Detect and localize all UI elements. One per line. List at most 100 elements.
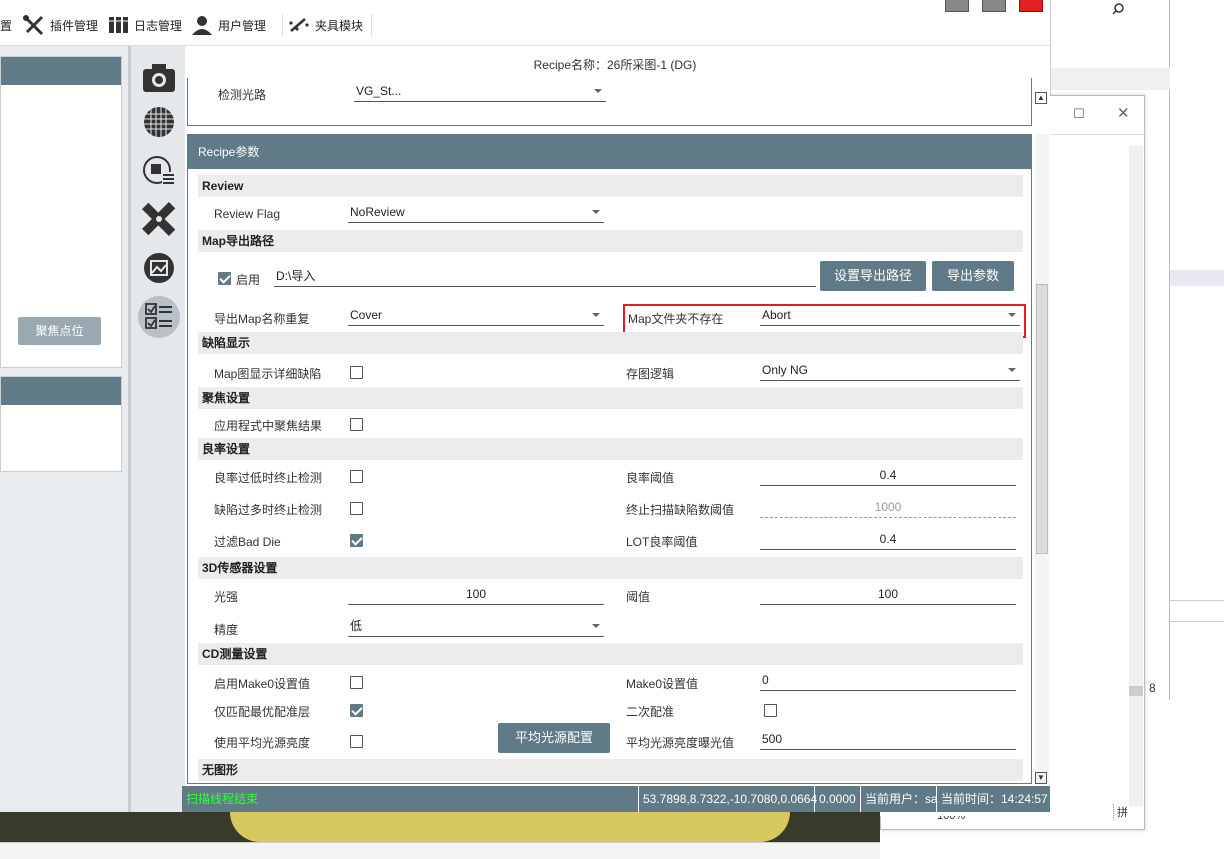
image-icon[interactable] [141,250,177,286]
toolbar-fixture-label: 夹具模块 [315,18,364,33]
review-flag-label: Review Flag [214,207,281,221]
background-window-edge [1170,0,1224,640]
map-export-enable-label: 启用 [236,273,261,287]
left-panel: 聚焦点位 [0,46,128,816]
section-focus: 聚焦设置 [198,387,1023,409]
defect-detail-checkbox[interactable] [350,366,363,379]
focus-point-button[interactable]: 聚焦点位 [18,317,101,345]
export-params-button[interactable]: 导出参数 [932,261,1014,291]
precision-value: 低 [350,619,363,633]
apply-focus-checkbox[interactable] [350,418,363,431]
recipe-name: Recipe名称：26所采图-1 (DG) [533,58,697,72]
ruler-pencil-icon[interactable] [141,201,177,237]
toolbar-user-label: 用户管理 [218,18,267,33]
intensity-input[interactable]: 100 [348,585,604,605]
dup-name-value: Cover [350,308,383,322]
underlying-image-strip [0,812,880,859]
section-yield: 良率设置 [198,438,1023,460]
ime-indicator[interactable]: 拼 [1113,804,1128,820]
maximize-icon[interactable]: ☐ [1073,106,1085,122]
second-align-checkbox[interactable] [764,704,777,717]
wafer-grid-icon[interactable] [141,104,177,140]
maximize-button[interactable] [982,0,1006,12]
lot-yield-label: LOT良率阈值 [626,535,698,549]
toolbar-settings-label: 置 [0,18,13,33]
make0-input[interactable]: 0 [760,671,1016,691]
left-panel-header [1,57,121,85]
folder-missing-value: Abort [762,308,791,322]
save-logic-select[interactable]: Only NG [760,361,1020,381]
tools-icon [22,14,46,36]
defect-threshold-label: 终止扫描缺陷数阈值 [626,503,735,517]
yield-threshold-input[interactable]: 0.4 [760,466,1016,486]
bad-die-label: 过滤Bad Die [214,535,281,549]
lot-yield-input[interactable]: 0.4 [760,530,1016,550]
make0-value: 0 [762,673,769,687]
section-review: Review [198,175,1023,197]
toolbar-plugin-manage[interactable]: 插件管理 [22,14,98,36]
toolbar-user-manage[interactable]: 用户管理 [190,14,266,36]
toolbar-plugin-label: 插件管理 [50,18,99,33]
recipe-params-section: Recipe参数 Review Review Flag NoReview Map… [187,134,1032,784]
status-message: 扫描线程结束 [186,792,259,806]
status-bar: 扫描线程结束 53.7898,8.7322,-10.7080,0.0664 0.… [182,786,1050,812]
low-yield-stop-checkbox[interactable] [350,470,363,483]
bad-die-checkbox[interactable] [350,534,363,547]
defect-threshold-input[interactable]: 1000 [760,498,1016,518]
side-iconbar [128,46,185,816]
top-toolbar: 置 插件管理 日志管理 用户管理 夹具模块 [0,0,1050,46]
light-path-select[interactable]: VG_St... [354,82,606,102]
status-time: 当前时间：14:24:57 [936,786,1048,812]
background-window-bar [1051,68,1171,90]
scroll-down-icon[interactable]: ▼ [1035,772,1047,784]
yield-threshold-label: 良率阈值 [626,471,675,485]
user-icon [190,15,214,35]
books-icon [108,15,130,35]
precision-select[interactable]: 低 [348,617,604,637]
defect-stop-checkbox[interactable] [350,502,363,515]
best-layer-checkbox[interactable] [350,704,363,717]
toolbar-log-manage[interactable]: 日志管理 [108,14,182,36]
light-path-value: VG_St... [356,84,402,98]
map-export-path-value: D:\导入 [276,269,316,283]
save-logic-label: 存图逻辑 [626,367,675,381]
section-3d-sensor: 3D传感器设置 [198,557,1023,579]
camera-icon[interactable] [141,60,177,96]
status-value: 0.0000 [814,786,856,812]
underlying-toolbar [0,842,880,859]
wafer-list-icon[interactable] [141,152,177,188]
scrollbar[interactable] [1129,146,1143,806]
light-path-section: 检测光路 VG_St... [187,78,1032,126]
checklist-icon[interactable] [138,296,180,338]
toolbar-fixture-module[interactable]: 夹具模块 [282,14,373,36]
map-export-path-input[interactable]: D:\导入 [274,267,816,287]
dup-name-select[interactable]: Cover [348,306,604,326]
minimize-button[interactable] [945,0,969,12]
params-scrollbar[interactable] [1035,134,1049,784]
digit-text: 8 [1149,681,1156,695]
review-flag-select[interactable]: NoReview [348,203,604,223]
make0-enable-checkbox[interactable] [350,676,363,689]
left-panel-box-top: 聚焦点位 [0,56,122,368]
close-button[interactable] [1019,0,1043,12]
set-export-path-button[interactable]: 设置导出路径 [820,261,926,291]
folder-missing-label: Map文件夹不存在 [628,312,724,326]
avg-light-label: 使用平均光源亮度 [214,736,311,750]
sensor-threshold-input[interactable]: 100 [760,585,1016,605]
main-panel: Recipe名称：26所采图-1 (DG) 检测光路 VG_St... ▲ Re… [185,46,1050,816]
close-icon[interactable]: ✕ [1117,104,1130,122]
toolbar-settings[interactable]: 置 [0,14,12,36]
avg-light-checkbox[interactable] [350,735,363,748]
avg-light-config-button[interactable]: 平均光源配置 [498,723,610,753]
status-coords: 53.7898,8.7322,-10.7080,0.0664 [638,786,817,812]
avg-exposure-input[interactable]: 500 [760,730,1016,750]
scroll-up-icon[interactable]: ▲ [1035,92,1047,104]
folder-missing-select[interactable]: Abort [760,306,1020,326]
map-export-enable-checkbox[interactable] [218,272,231,285]
second-align-label: 二次配准 [626,705,675,719]
scrollbar-thumb[interactable] [1036,284,1048,554]
defect-detail-label: Map图显示详细缺陷 [214,367,322,381]
wand-icon [287,15,311,35]
status-user: 当前用户：sa [860,786,938,812]
left-panel-header-2 [1,377,121,405]
